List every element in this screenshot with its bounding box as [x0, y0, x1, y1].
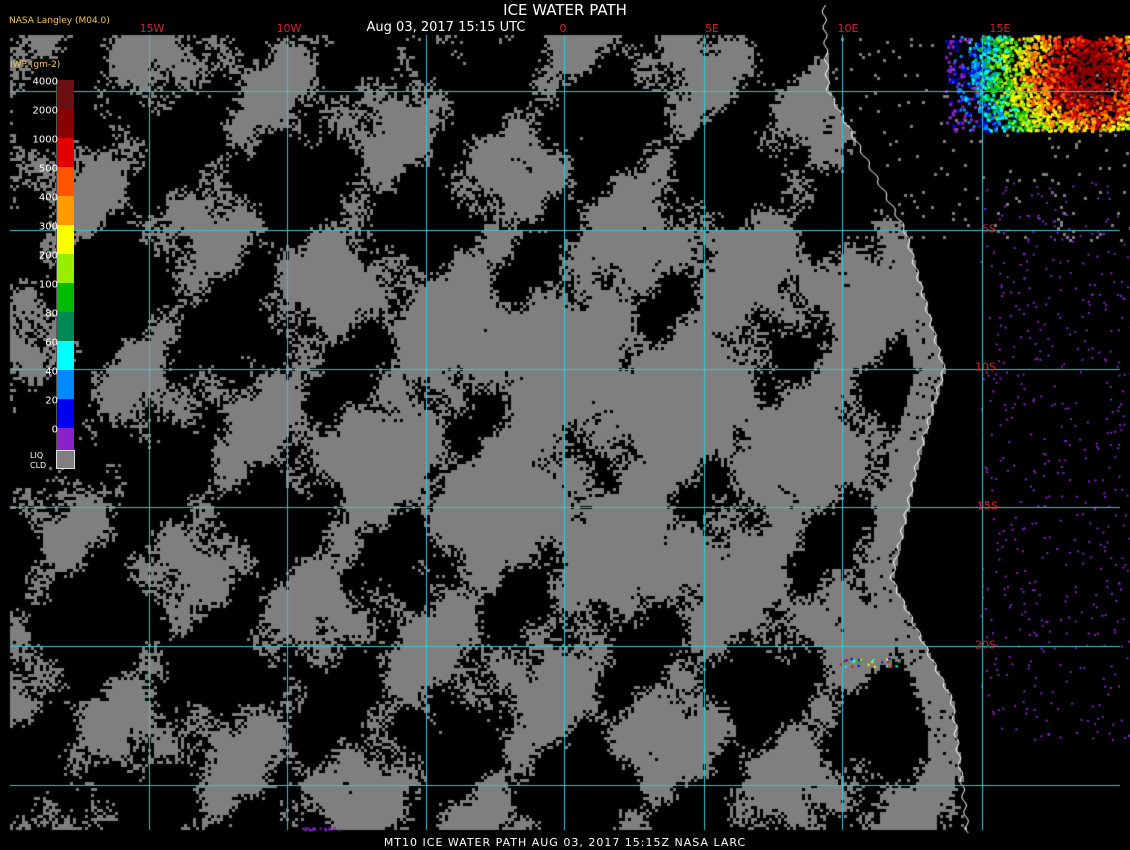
legend-swatch [56, 109, 74, 138]
lon-label-10w: 10W [276, 22, 302, 35]
map-datetime: Aug 03, 2017 15:15 UTC [366, 20, 526, 35]
legend-swatch [56, 167, 74, 196]
legend-swatch [56, 254, 74, 283]
legend-swatch [56, 370, 74, 399]
lon-label-0: 0 [559, 22, 567, 35]
legend-label: 0 [51, 424, 58, 436]
legend-label: 60 [45, 337, 58, 349]
legend-label: 4000 [32, 76, 58, 88]
lat-label-15s: 15S [977, 499, 998, 513]
legend-label: 100 [38, 279, 58, 291]
lon-label-15w: 15W [139, 22, 165, 35]
legend-label: 1000 [32, 134, 58, 146]
lon-label-15e: 15E [989, 22, 1011, 35]
legend-title: IWP (gm-2) [10, 60, 61, 70]
legend-swatch [56, 225, 74, 254]
legend-swatch [56, 399, 74, 428]
legend-label: 2000 [32, 105, 58, 117]
lat-label-10s: 10S [975, 360, 996, 374]
color-legend: IWP (gm-2) 4000 2000 1000 500 400 300 200 100 80… [8, 60, 78, 470]
legend-cld-label: CLD [30, 461, 47, 470]
legend-label: 40 [45, 366, 58, 378]
legend-liquid-cloud-swatch [56, 450, 75, 469]
legend-swatch [56, 341, 74, 370]
lat-label-0: 0 [974, 83, 981, 97]
legend-swatch [56, 138, 74, 167]
legend-swatch [56, 312, 74, 341]
legend-label: 400 [38, 192, 58, 204]
map-footer: MT10 ICE WATER PATH AUG 03, 2017 15:15Z … [383, 836, 747, 849]
legend-swatch [56, 196, 74, 225]
legend-swatch [56, 80, 74, 109]
legend-swatch [56, 283, 74, 312]
legend-label: 80 [45, 308, 58, 320]
legend-label: 20 [45, 395, 58, 407]
lat-label-5s: 5S [982, 222, 996, 236]
legend-liq-label: LIQ [30, 451, 44, 460]
map-credit: NASA Langley (M04.0) [9, 16, 110, 26]
lon-label-10e: 10E [837, 22, 859, 35]
map-title: ICE WATER PATH [503, 1, 627, 19]
legend-label: 200 [38, 250, 58, 262]
lat-label-20s: 20S [975, 638, 996, 652]
legend-label: 500 [38, 163, 58, 175]
lon-label-5e: 5E [705, 22, 719, 35]
legend-label: 300 [38, 221, 58, 233]
satellite-map [0, 0, 1130, 850]
